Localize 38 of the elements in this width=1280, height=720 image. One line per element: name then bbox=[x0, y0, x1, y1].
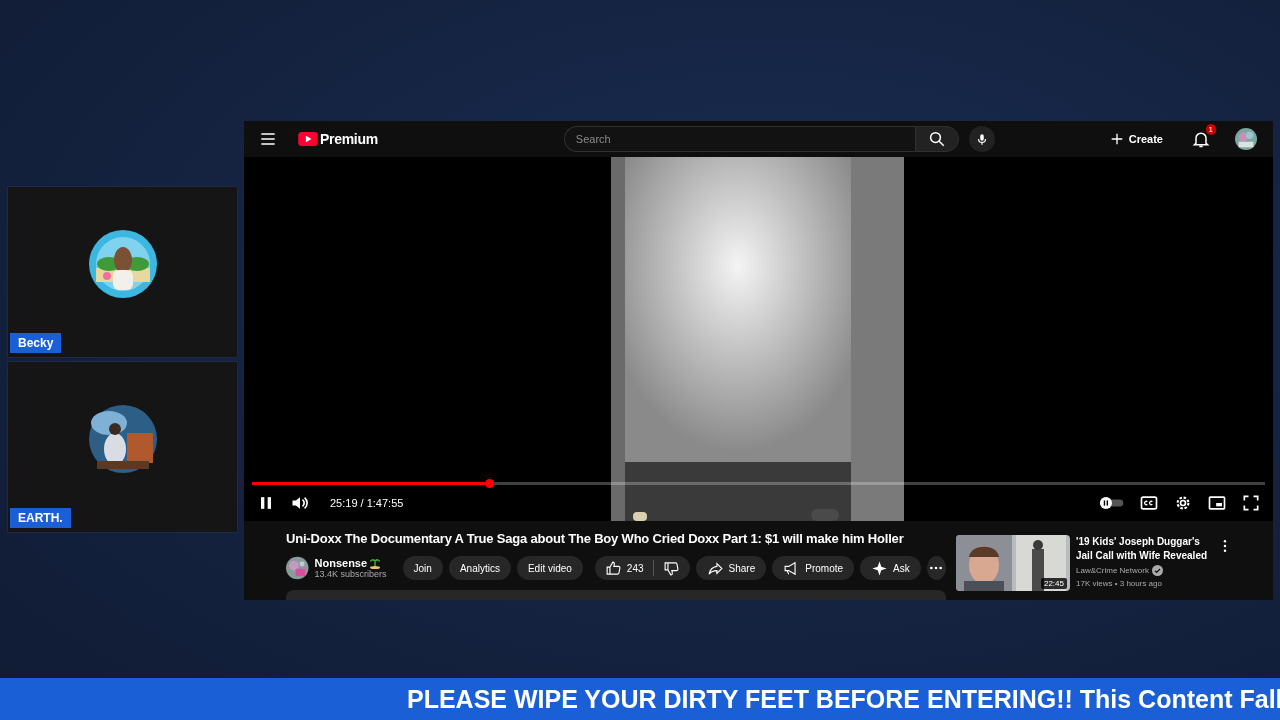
captions-icon[interactable] bbox=[1139, 493, 1159, 513]
dislike-icon[interactable] bbox=[662, 559, 680, 577]
channel-button[interactable]: Edit video bbox=[516, 556, 583, 580]
name-label: Becky bbox=[10, 333, 62, 353]
search-icon bbox=[927, 130, 946, 148]
channel-name[interactable]: Nonsense bbox=[314, 557, 368, 569]
logo-text[interactable]: Premium bbox=[320, 131, 378, 147]
name-label: EARTH. bbox=[10, 508, 71, 528]
search-field[interactable]: Search bbox=[563, 126, 915, 152]
more-icon[interactable] bbox=[1222, 539, 1228, 553]
thumbs-up-icon bbox=[604, 559, 622, 577]
fullscreen-icon[interactable] bbox=[1241, 493, 1261, 513]
search-button[interactable] bbox=[914, 126, 959, 152]
share-button[interactable]: Share bbox=[695, 556, 767, 580]
channel-name[interactable]: Law&Crime Network bbox=[1076, 566, 1149, 575]
autoplay-toggle[interactable] bbox=[1099, 495, 1125, 511]
share-icon bbox=[706, 559, 724, 577]
channel-button[interactable]: Analytics bbox=[448, 556, 511, 580]
sparkle-icon bbox=[871, 559, 889, 577]
duration-badge: 22:45 bbox=[1040, 578, 1067, 589]
create-button[interactable]: Create bbox=[1102, 131, 1169, 147]
ask-button[interactable]: Ask bbox=[860, 556, 921, 580]
microphone-button[interactable] bbox=[968, 126, 995, 152]
subscriber-count: 13.4K subscribers bbox=[314, 569, 387, 579]
ticker-text: PLEASE WIPE YOUR DIRTY FEET BEFORE ENTERING!! This Content Fall bbox=[407, 684, 1280, 714]
scrubber-handle[interactable] bbox=[485, 479, 495, 488]
more-button[interactable] bbox=[926, 556, 946, 580]
promote-button[interactable]: Promote bbox=[772, 556, 855, 580]
notification-badge: 1 bbox=[1205, 124, 1216, 135]
island-icon bbox=[369, 557, 382, 569]
play-logo-icon bbox=[298, 132, 318, 146]
video-stats: 17K views • 3 hours ago bbox=[1076, 579, 1163, 588]
miniplayer-icon[interactable] bbox=[1207, 493, 1227, 513]
video-title: Uni-Doxx The Documentary A True Saga about The Boy Who Cried Doxx Part 1: $1 will make him Holler bbox=[286, 531, 905, 546]
video-title[interactable]: '19 Kids' Joseph Duggar's Jail Call with Wife Revealed bbox=[1076, 535, 1216, 563]
time-display: 25:19 / 1:47:55 bbox=[330, 497, 404, 509]
like-button[interactable]: 243 bbox=[604, 559, 644, 577]
channel-button[interactable]: Join bbox=[402, 556, 443, 580]
